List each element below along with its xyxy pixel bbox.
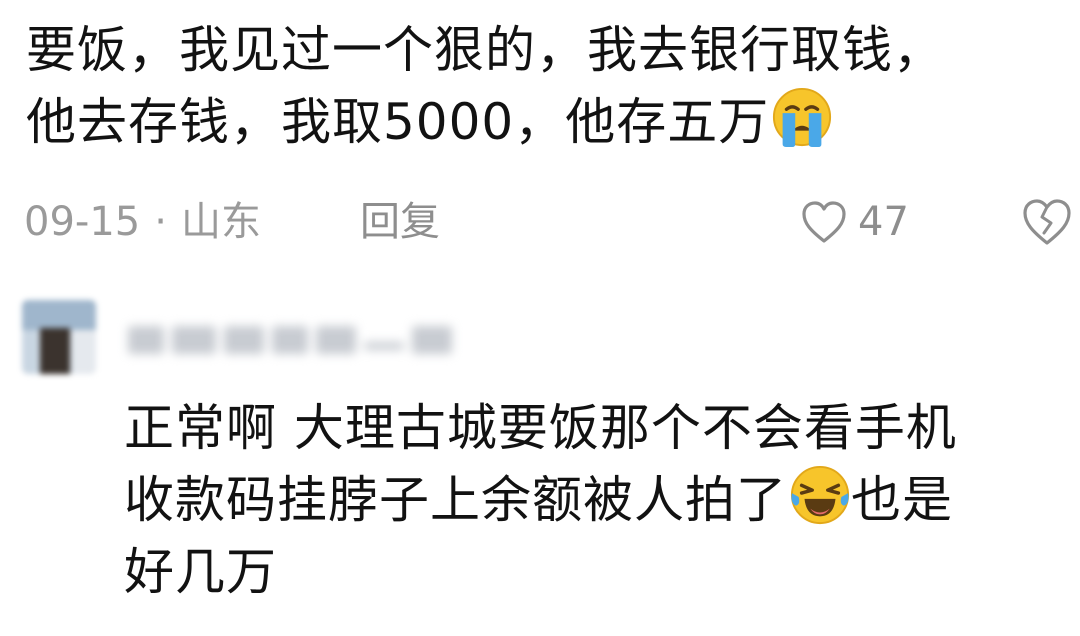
- meta-separator: ·: [154, 199, 167, 245]
- reply-line-2-text: 收款码挂脖子上余额被人拍了: [124, 471, 787, 529]
- comment-meta: 09-15 · 山东: [24, 190, 261, 254]
- comment-line-2: 他去存钱，我取5000，他存五万: [26, 86, 1056, 158]
- broken-heart-icon[interactable]: [1020, 196, 1074, 248]
- reply-username[interactable]: [128, 318, 458, 360]
- comment-line-2-text: 他去存钱，我取5000，他存五万: [26, 93, 770, 151]
- like-button[interactable]: 47: [800, 190, 909, 254]
- reply-line-3: 好几万: [124, 543, 277, 601]
- like-count: 47: [858, 199, 909, 245]
- comment-body: 要饭，我见过一个狠的，我去银行取钱， 他去存钱，我取5000，他存五万: [26, 14, 1056, 158]
- reply-button[interactable]: 回复: [360, 190, 440, 254]
- comment-line-1: 要饭，我见过一个狠的，我去银行取钱，: [26, 21, 944, 79]
- heart-icon: [802, 201, 846, 243]
- crying-face-icon: [773, 87, 832, 148]
- reply-line-1: 正常啊 大理古城要饭那个不会看手机: [124, 399, 957, 457]
- laughing-tears-icon: [790, 465, 850, 525]
- reply-line-2-tail: 也是: [851, 471, 953, 529]
- comment-meta-row: 09-15 · 山东 回复 47: [24, 190, 1071, 254]
- avatar[interactable]: [22, 300, 96, 374]
- comment-date: 09-15: [24, 199, 141, 245]
- reply-line-2: 收款码挂脖子上余额被人拍了 也是: [124, 464, 1044, 536]
- comment-location: 山东: [180, 199, 261, 245]
- reply-body: 正常啊 大理古城要饭那个不会看手机 收款码挂脖子上余额被人拍了 也是 好几万: [124, 392, 1044, 608]
